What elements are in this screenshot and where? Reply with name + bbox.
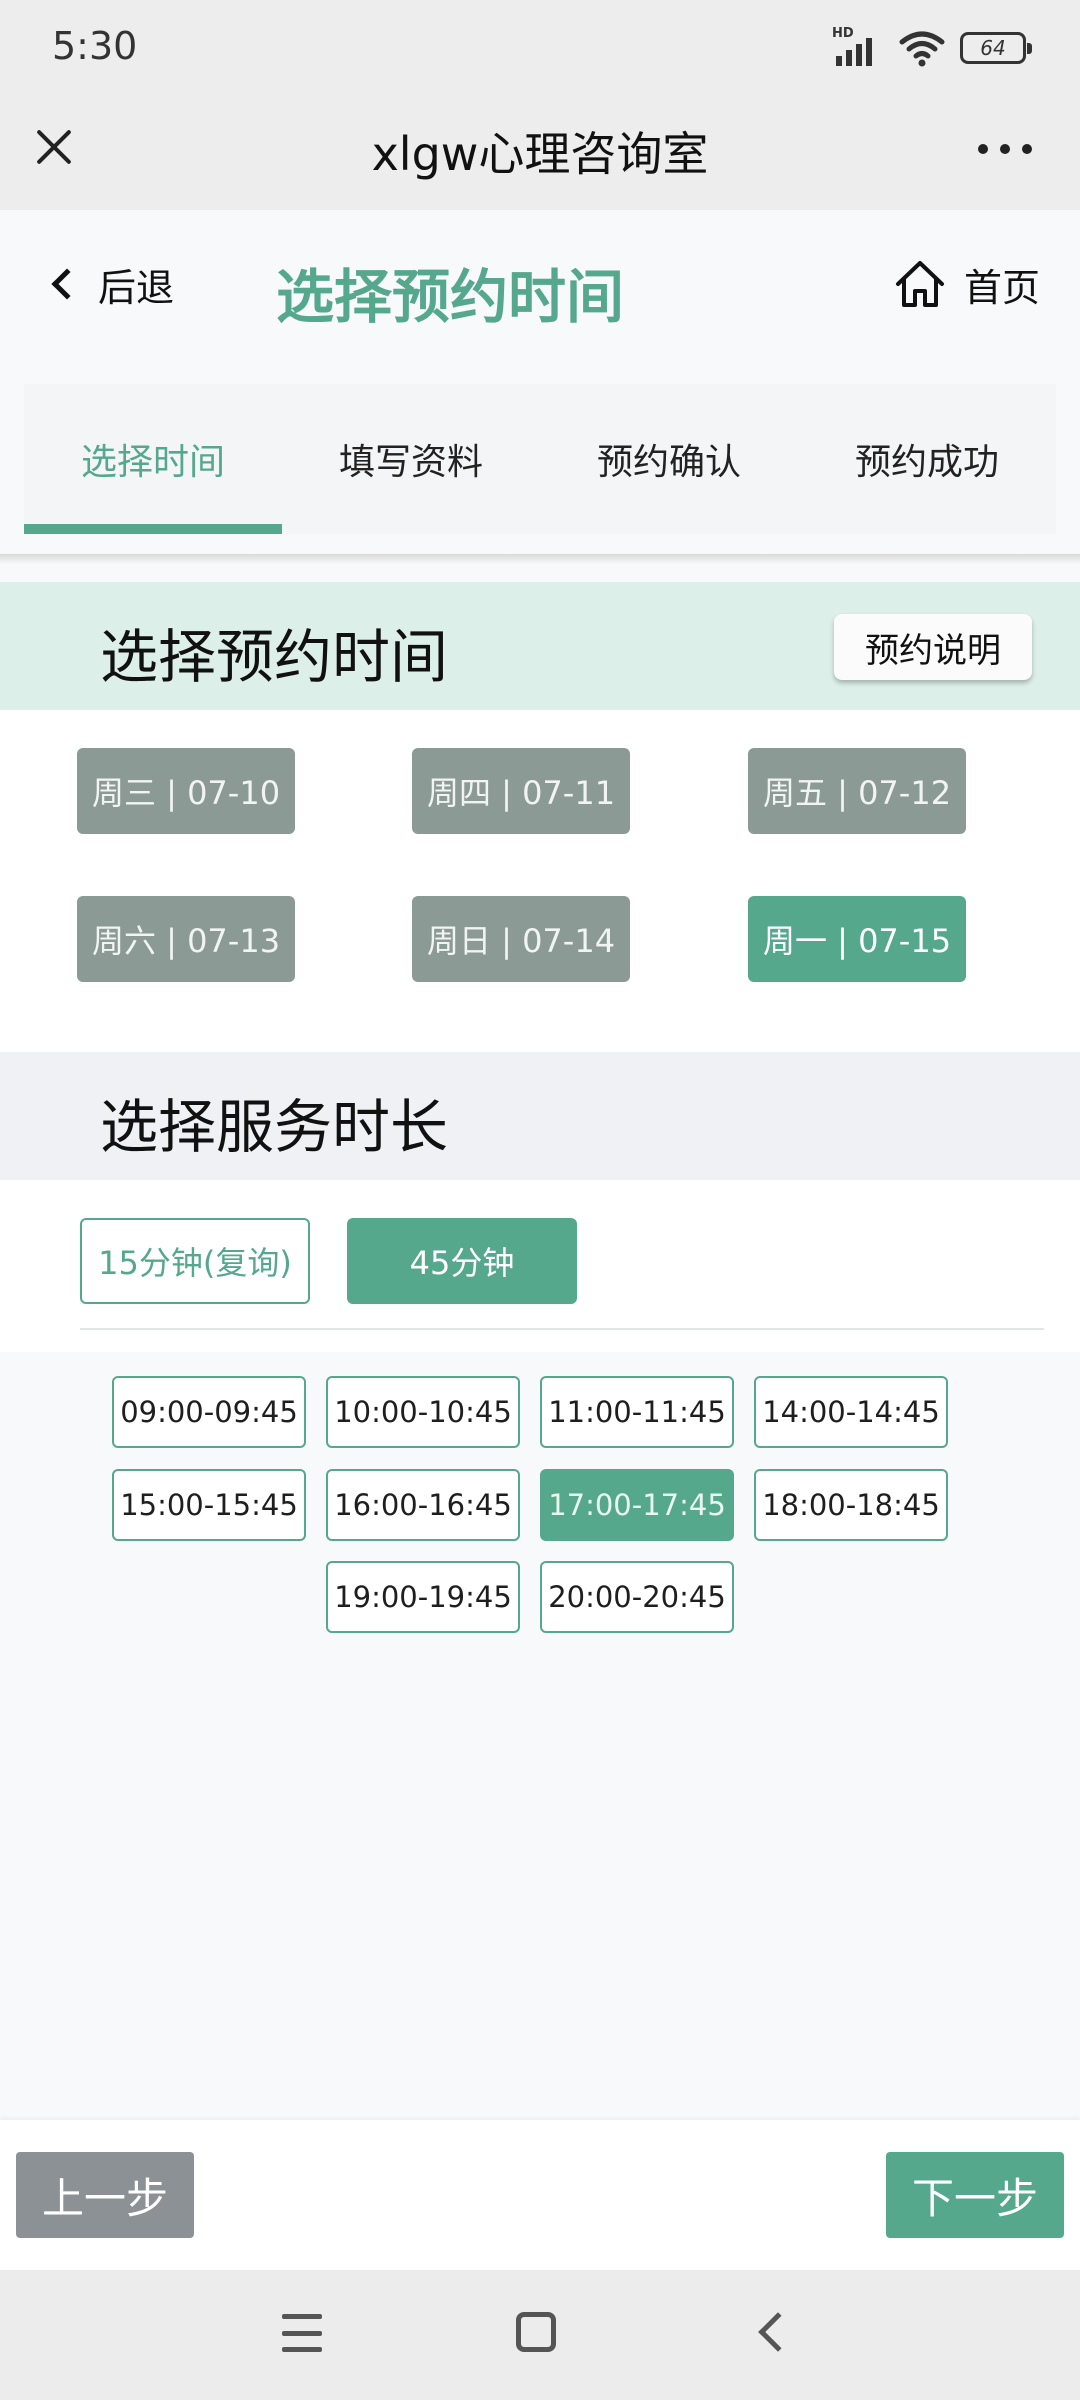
recent-apps-icon[interactable] [282,2314,322,2352]
battery-level: 64 [980,36,1006,60]
time-slot[interactable]: 14:00-14:45 [754,1376,948,1448]
date-option[interactable]: 周五 | 07-12 [748,748,966,834]
step-fill-info[interactable]: 填写资料 [282,384,540,534]
signal-icon: HD [832,26,884,68]
wifi-icon [899,31,945,67]
date-option[interactable]: 周日 | 07-14 [412,896,630,982]
time-slot[interactable]: 09:00-09:45 [112,1376,306,1448]
battery-icon: 64 [960,32,1032,64]
date-grid: 周三 | 07-10 周四 | 07-11 周五 | 07-12 周六 | 07… [0,710,1080,1052]
time-slot-selected[interactable]: 17:00-17:45 [540,1469,734,1541]
time-slot[interactable]: 16:00-16:45 [326,1469,520,1541]
page-title: 选择预约时间 [276,263,625,331]
system-home-icon[interactable] [516,2312,556,2352]
date-option-selected[interactable]: 周一 | 07-15 [748,896,966,982]
back-button[interactable]: 后退 [48,254,174,314]
home-label: 首页 [963,265,1040,310]
time-slot[interactable]: 19:00-19:45 [326,1561,520,1633]
bottom-action-bar: 上一步 下一步 [0,2120,1080,2270]
step-tabs: 选择时间 填写资料 预约确认 预约成功 [24,384,1056,534]
date-option[interactable]: 周四 | 07-11 [412,748,630,834]
duration-option-45min[interactable]: 45分钟 [347,1218,577,1304]
status-icons: HD 64 [832,26,1032,68]
time-slot[interactable]: 20:00-20:45 [540,1561,734,1633]
divider [0,554,1080,564]
booking-info-button[interactable]: 预约说明 [834,614,1032,680]
home-button[interactable]: 首页 [894,254,1040,314]
time-slot[interactable]: 11:00-11:45 [540,1376,734,1448]
time-slot[interactable]: 18:00-18:45 [754,1469,948,1541]
back-label: 后退 [98,265,175,310]
step-success[interactable]: 预约成功 [798,384,1056,534]
duration-section-title: 选择服务时长 [100,1093,449,1161]
home-icon [895,261,944,307]
previous-step-button[interactable]: 上一步 [16,2152,194,2238]
divider [80,1328,1044,1330]
page-header: 后退 选择预约时间 首页 [0,210,1080,376]
system-back-icon[interactable] [758,2312,798,2352]
step-confirm[interactable]: 预约确认 [540,384,798,534]
time-section-header: 选择预约时间 预约说明 [0,582,1080,710]
app-title: xlgw心理咨询室 [371,127,709,181]
duration-options: 15分钟(复询) 45分钟 [0,1180,1080,1352]
status-bar: 5:30 HD 64 [0,0,1080,96]
date-option[interactable]: 周六 | 07-13 [77,896,295,982]
time-section-title: 选择预约时间 [100,623,449,691]
step-select-time[interactable]: 选择时间 [24,384,282,534]
next-step-button[interactable]: 下一步 [886,2152,1064,2238]
duration-option-15min[interactable]: 15分钟(复询) [80,1218,310,1304]
date-option[interactable]: 周三 | 07-10 [77,748,295,834]
status-time: 5:30 [52,24,138,68]
chevron-left-icon [51,268,83,300]
time-slot[interactable]: 10:00-10:45 [326,1376,520,1448]
time-slot[interactable]: 15:00-15:45 [112,1469,306,1541]
more-options-icon[interactable] [970,124,1040,174]
duration-section-header: 选择服务时长 [0,1052,1080,1180]
system-navigation-bar [0,2270,1080,2400]
title-bar: xlgw心理咨询室 [0,96,1080,210]
